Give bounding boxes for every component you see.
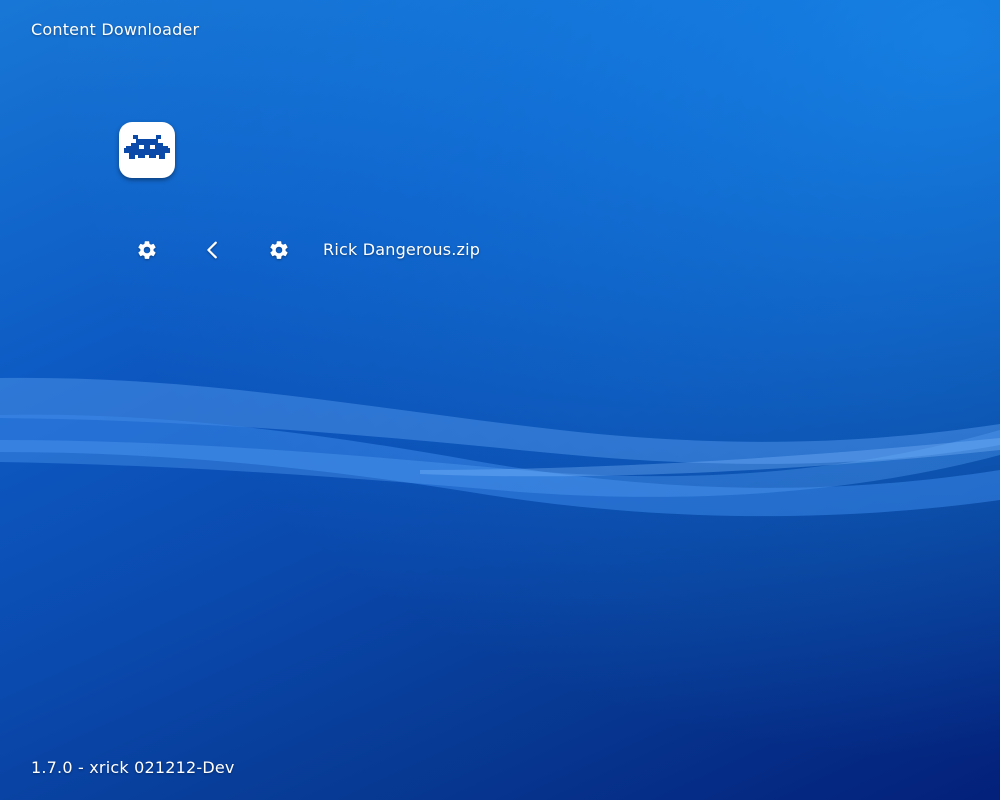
back-chevron-left-icon[interactable]: [201, 238, 225, 262]
menu-item-label[interactable]: Rick Dangerous.zip: [323, 240, 480, 259]
navigation-row: Rick Dangerous.zip: [0, 234, 1000, 266]
retroarch-invader-icon: [124, 135, 170, 165]
retroarch-logo: [119, 122, 175, 178]
page-title: Content Downloader: [31, 20, 200, 39]
wave-background: [0, 0, 1000, 800]
settings-gear-icon[interactable]: [135, 238, 159, 262]
item-gear-icon[interactable]: [267, 238, 291, 262]
version-label: 1.7.0 - xrick 021212-Dev: [31, 758, 235, 777]
